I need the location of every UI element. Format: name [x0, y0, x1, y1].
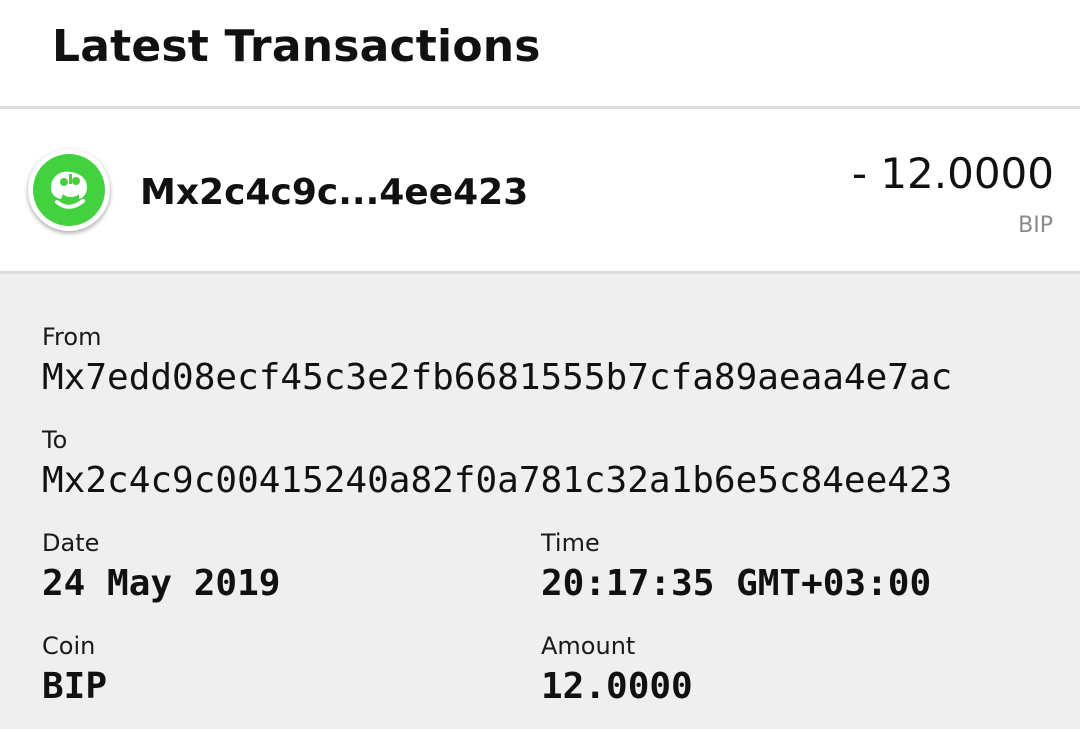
screen-header: Latest Transactions	[0, 0, 1080, 109]
transaction-list-item[interactable]: Mx2c4c9c...4ee423 - 12.0000 BIP	[0, 109, 1080, 274]
avatar-graphic	[33, 154, 105, 226]
transaction-amount: - 12.0000	[851, 149, 1054, 198]
page-title: Latest Transactions	[52, 21, 541, 72]
time-label: Time	[541, 529, 600, 557]
minter-avatar-icon	[28, 149, 110, 231]
amount-label: Amount	[541, 632, 636, 660]
coin-value: BIP	[42, 666, 108, 707]
to-label: To	[42, 426, 68, 454]
from-label: From	[42, 323, 102, 351]
transaction-coin: BIP	[1018, 213, 1053, 238]
coin-label: Coin	[42, 632, 96, 660]
transaction-details-panel: From Mx7edd08ecf45c3e2fb6681555b7cfa89ae…	[0, 274, 1080, 729]
to-address[interactable]: Mx2c4c9c00415240a82f0a781c32a1b6e5c84ee4…	[42, 459, 952, 503]
date-value: 24 May 2019	[42, 563, 281, 604]
date-label: Date	[42, 529, 100, 557]
transaction-address: Mx2c4c9c...4ee423	[140, 172, 529, 213]
from-address[interactable]: Mx7edd08ecf45c3e2fb6681555b7cfa89aeaa4e7…	[42, 356, 952, 400]
amount-value: 12.0000	[541, 666, 693, 707]
time-value: 20:17:35 GMT+03:00	[541, 563, 932, 604]
